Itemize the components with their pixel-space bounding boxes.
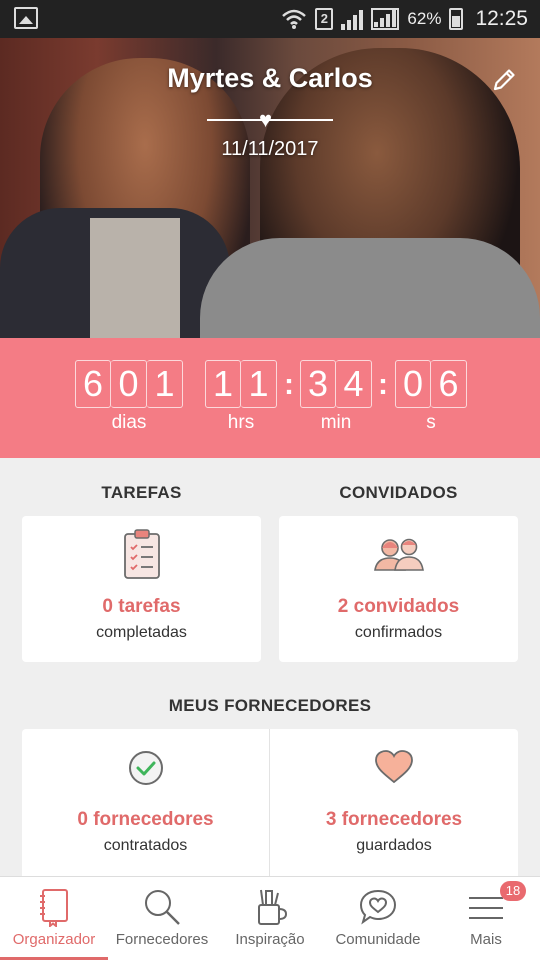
nav-label: Comunidade <box>335 931 421 948</box>
nav-comunidade[interactable]: Comunidade <box>324 877 432 960</box>
saved-vendors-card[interactable]: 3 fornecedores guardados <box>270 729 518 875</box>
countdown-minutes: 3 4 <box>300 360 372 408</box>
bottom-navigation: Organizador Fornecedores Inspiração Comu… <box>0 876 540 960</box>
wedding-date: 11/11/2017 <box>221 138 319 160</box>
check-circle-icon <box>127 749 165 792</box>
status-indicators: 2 62% 12:25 <box>281 0 528 38</box>
countdown-separator: : <box>378 368 388 401</box>
nav-inspiracao[interactable]: Inspiração <box>216 877 324 960</box>
saved-vendors-count: 3 fornecedores <box>325 809 463 830</box>
countdown-digit: 3 <box>300 360 336 408</box>
nav-organizador[interactable]: Organizador <box>0 877 108 960</box>
chat-heart-icon <box>358 887 398 927</box>
wifi-icon <box>282 9 307 29</box>
clipboard-icon <box>122 528 162 585</box>
clock-time: 12:25 <box>475 7 528 30</box>
nav-label: Organizador <box>12 931 96 948</box>
countdown-days-label: dias <box>111 412 147 433</box>
photo-shape <box>200 238 540 338</box>
guests-icon <box>373 534 425 579</box>
status-bar: 2 62% 12:25 <box>0 0 540 38</box>
countdown-hours: 1 1 <box>205 360 277 408</box>
tasks-subtitle: completadas <box>96 624 187 641</box>
couple-photo-header: Myrtes & Carlos ♥ 11/11/2017 <box>0 38 540 338</box>
gallery-notification-icon <box>14 7 38 29</box>
heart-icon <box>374 749 414 790</box>
countdown-digit: 4 <box>336 360 372 408</box>
countdown-separator: : <box>284 368 294 401</box>
countdown-days: 6 0 1 <box>75 360 183 408</box>
nav-label: Mais <box>470 931 502 948</box>
nav-label: Fornecedores <box>115 931 209 948</box>
guests-section-title: CONVIDADOS <box>339 483 458 502</box>
couple-names: Myrtes & Carlos <box>167 63 373 93</box>
nav-fornecedores[interactable]: Fornecedores <box>108 877 216 960</box>
signal-icon <box>341 8 364 30</box>
signal-icon-secondary <box>371 8 400 30</box>
guests-card[interactable]: 2 convidados confirmados <box>279 516 518 662</box>
saved-vendors-subtitle: guardados <box>356 837 432 854</box>
countdown-digit: 6 <box>431 360 467 408</box>
heart-divider: ♥ <box>207 107 333 132</box>
notebook-icon <box>34 887 74 929</box>
countdown-seconds: 0 6 <box>395 360 467 408</box>
battery-percentage: 62% <box>407 9 442 28</box>
hired-vendors-card[interactable]: 0 fornecedores contratados <box>22 729 269 875</box>
countdown-digit: 1 <box>241 360 277 408</box>
countdown-digit: 1 <box>147 360 183 408</box>
search-icon <box>142 887 182 927</box>
countdown-digit: 0 <box>395 360 431 408</box>
photo-shape <box>90 218 180 338</box>
hired-vendors-subtitle: contratados <box>103 837 188 854</box>
vendors-section-title: MEUS FORNECEDORES <box>168 696 372 715</box>
nav-label: Inspiração <box>235 931 305 948</box>
countdown-hours-label: hrs <box>227 412 255 433</box>
edit-icon[interactable] <box>490 66 518 94</box>
tasks-section-title: TAREFAS <box>101 483 182 502</box>
countdown-digit: 1 <box>205 360 241 408</box>
pencil-icon <box>493 69 515 91</box>
wedding-countdown: 6 0 1 1 1 : 3 4 : 0 6 dias hrs min s <box>0 338 540 458</box>
heart-icon: ♥ <box>259 107 273 132</box>
battery-icon <box>449 8 464 30</box>
tasks-count: 0 tarefas <box>102 596 181 617</box>
hired-vendors-count: 0 fornecedores <box>77 809 214 830</box>
guests-count: 2 convidados <box>337 596 460 617</box>
countdown-digit: 0 <box>111 360 147 408</box>
guests-subtitle: confirmados <box>354 624 443 641</box>
countdown-seconds-label: s <box>426 412 436 433</box>
sim-slot-indicator: 2 <box>315 8 334 30</box>
notification-badge: 18 <box>500 881 526 901</box>
countdown-digit: 6 <box>75 360 111 408</box>
tasks-card[interactable]: 0 tarefas completadas <box>22 516 261 662</box>
countdown-minutes-label: min <box>320 412 352 433</box>
pencil-cup-icon <box>250 887 290 927</box>
nav-mais[interactable]: 18 Mais <box>432 877 540 960</box>
